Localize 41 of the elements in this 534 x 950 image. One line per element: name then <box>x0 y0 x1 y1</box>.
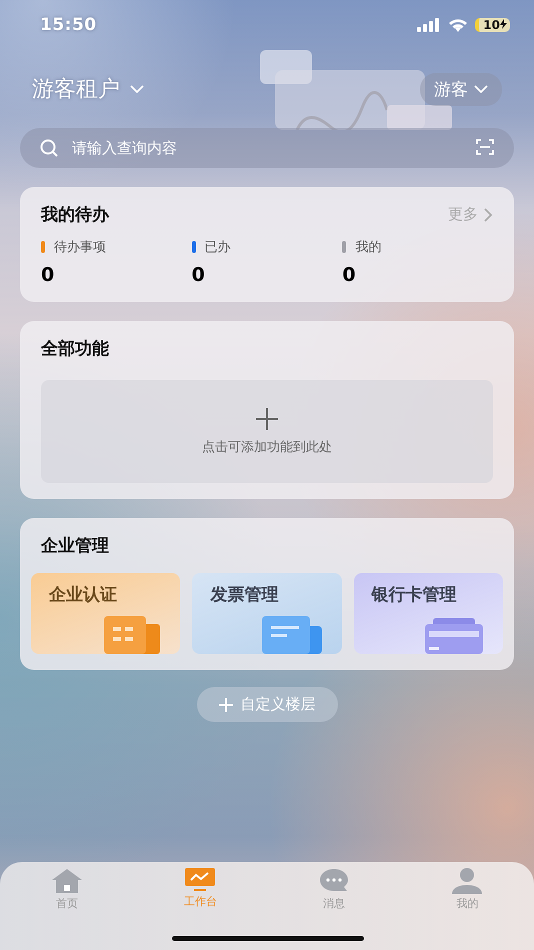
feature-tile[interactable]: 银行卡管理 <box>354 573 503 654</box>
tenant-dropdown[interactable]: 游客租户 <box>32 74 144 104</box>
scan-icon[interactable] <box>476 139 494 155</box>
search-field[interactable]: 请输入查询内容 <box>20 128 514 168</box>
wifi-icon <box>448 18 468 32</box>
card-title: 企业管理 <box>41 536 109 556</box>
stat-value: 0 <box>342 264 357 286</box>
chart-monitor-icon <box>185 868 216 892</box>
more-link[interactable]: 更多 <box>448 205 493 224</box>
feature-tile[interactable]: 企业认证 <box>31 573 180 654</box>
tab[interactable]: 首页 <box>0 868 134 916</box>
person-icon <box>452 868 482 894</box>
plus-icon <box>218 698 232 712</box>
stat-label: 我的 <box>355 239 382 256</box>
tab[interactable]: 消息 <box>267 868 400 916</box>
card-title: 我的待办 <box>41 204 109 226</box>
stat-label: 已办 <box>204 239 231 256</box>
signal-icon <box>417 18 442 32</box>
bolt-icon <box>500 19 507 29</box>
search-icon <box>40 139 58 157</box>
chat-icon <box>320 868 348 894</box>
tab[interactable]: 我的 <box>400 868 534 916</box>
stat-value: 0 <box>192 264 206 286</box>
tab[interactable]: 工作台 <box>134 868 267 916</box>
plus-icon <box>256 408 278 430</box>
bank-card-icon <box>424 618 483 654</box>
stat-label: 待办事项 <box>54 239 106 256</box>
role-dropdown[interactable]: 游客 <box>420 72 502 106</box>
card-title: 全部功能 <box>41 339 109 359</box>
status-time: 15:50 <box>40 15 97 35</box>
add-function-area[interactable]: 点击可添加功能到此处 <box>41 380 493 483</box>
chevron-right-icon <box>484 208 493 222</box>
chevron-down-icon <box>474 85 488 93</box>
home-icon <box>50 868 83 894</box>
custom-floor-button[interactable]: 自定义楼层 <box>196 687 338 722</box>
building-icon <box>104 616 160 654</box>
battery-level: 10 <box>475 18 510 32</box>
chevron-down-icon <box>130 85 144 93</box>
feature-tile[interactable]: 发票管理 <box>192 573 342 654</box>
stat-value: 0 <box>41 264 56 286</box>
document-icon <box>262 616 322 654</box>
